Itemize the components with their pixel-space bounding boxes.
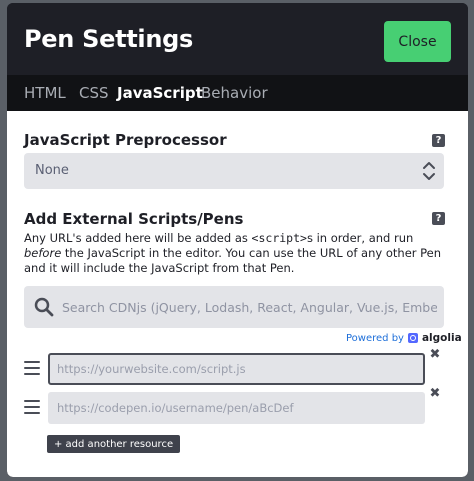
desc-text-2: s in order, and run bbox=[306, 231, 414, 245]
external-scripts-title: Add External Scripts/Pens bbox=[24, 210, 244, 228]
tab-javascript[interactable]: JavaScript bbox=[117, 84, 203, 102]
remove-resource-icon[interactable]: ✖ bbox=[429, 387, 441, 400]
settings-tabs: HTML CSS JavaScript Behavior bbox=[7, 75, 468, 111]
cdnjs-search-input[interactable] bbox=[62, 286, 437, 328]
external-scripts-help-icon[interactable]: ? bbox=[432, 212, 445, 225]
powered-by-label: Powered by bbox=[346, 332, 404, 344]
resource-row: ✖ bbox=[24, 387, 454, 424]
settings-body: JavaScript Preprocessor ? None Add Exter… bbox=[7, 111, 468, 477]
modal-title: Pen Settings bbox=[24, 25, 193, 53]
search-icon bbox=[34, 297, 54, 317]
resource-url-input[interactable] bbox=[48, 392, 425, 424]
resource-row: ✖ bbox=[24, 348, 454, 385]
modal-header: Pen Settings Close bbox=[7, 3, 468, 75]
tab-css[interactable]: CSS bbox=[79, 84, 109, 102]
tab-html[interactable]: HTML bbox=[24, 84, 66, 102]
preprocessor-help-icon[interactable]: ? bbox=[432, 134, 445, 147]
desc-emphasis: before bbox=[24, 246, 62, 260]
resource-url-input[interactable] bbox=[48, 353, 425, 385]
algolia-wordmark: algolia bbox=[421, 332, 462, 344]
chevron-up-down-icon bbox=[423, 162, 435, 180]
powered-by-algolia[interactable]: Powered by algolia bbox=[346, 332, 462, 344]
desc-code-script: <script> bbox=[251, 231, 307, 245]
external-scripts-description: Any URL's added here will be added as <s… bbox=[24, 231, 444, 276]
pen-settings-modal: Pen Settings Close HTML CSS JavaScript B… bbox=[7, 3, 468, 477]
desc-text-3: the JavaScript in the editor. You can us… bbox=[24, 246, 442, 275]
tab-behavior[interactable]: Behavior bbox=[201, 84, 268, 102]
preprocessor-select[interactable]: None bbox=[24, 153, 444, 189]
cdnjs-search-box bbox=[24, 286, 444, 328]
algolia-logo-icon bbox=[407, 333, 418, 343]
drag-handle-icon[interactable] bbox=[24, 400, 40, 416]
add-resource-button[interactable]: + add another resource bbox=[47, 435, 181, 453]
preprocessor-selected-value: None bbox=[35, 163, 69, 178]
desc-text-1: Any URL's added here will be added as bbox=[24, 231, 252, 245]
close-button[interactable]: Close bbox=[384, 21, 451, 62]
remove-resource-icon[interactable]: ✖ bbox=[429, 348, 441, 361]
drag-handle-icon[interactable] bbox=[24, 361, 40, 377]
preprocessor-title: JavaScript Preprocessor bbox=[24, 131, 227, 149]
